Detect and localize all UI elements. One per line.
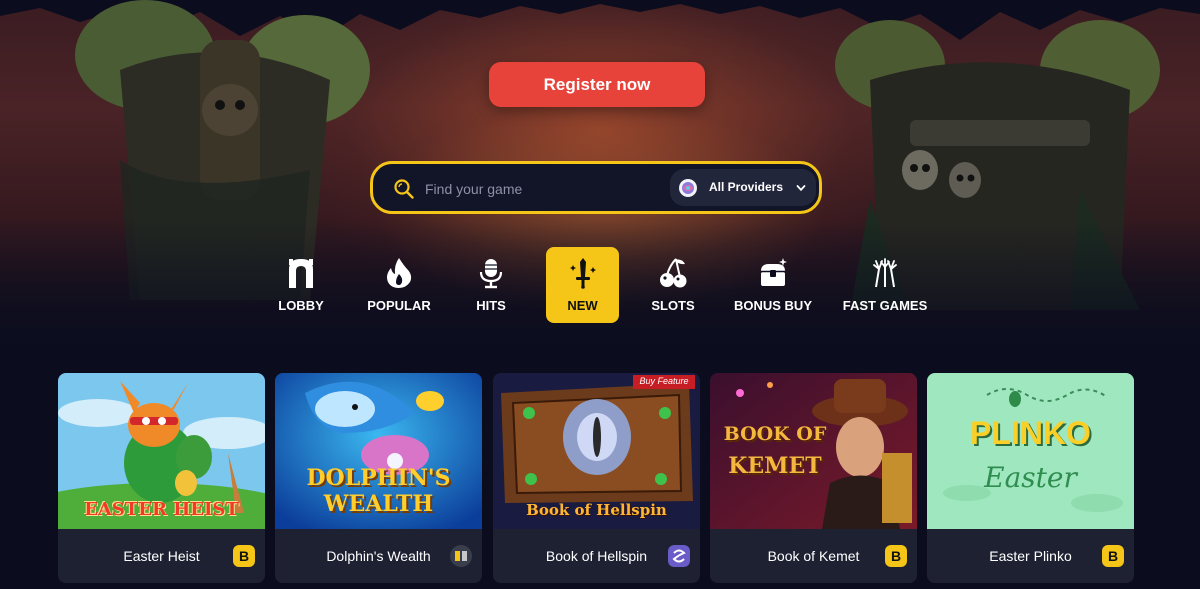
cherries-icon bbox=[660, 258, 687, 288]
game-thumbnail-title-line1: DOLPHIN'S bbox=[306, 465, 451, 491]
game-thumbnail-title-line1: BOOK OF bbox=[723, 423, 827, 445]
game-thumbnail-title-line2: KEMET bbox=[728, 453, 822, 479]
game-card-footer: Book of Hellspin bbox=[493, 529, 700, 583]
bgaming-b-icon: B bbox=[233, 545, 255, 567]
game-thumbnail bbox=[710, 373, 917, 529]
search-input[interactable] bbox=[423, 174, 657, 204]
treasure-chest-icon bbox=[761, 258, 787, 286]
game-thumbnail-title-line1: PLINKO bbox=[970, 415, 1091, 451]
category-bonus-buy[interactable]: BONUS BUY bbox=[730, 247, 816, 323]
spinomenal-icon bbox=[668, 545, 690, 567]
bgaming-b-icon: B bbox=[885, 545, 907, 567]
category-label: NEW bbox=[567, 298, 598, 313]
category-label: BONUS BUY bbox=[733, 298, 812, 313]
search-icon bbox=[394, 179, 414, 199]
category-new[interactable]: NEW bbox=[546, 247, 619, 323]
game-card-footer: Dolphin's Wealth bbox=[275, 529, 482, 583]
game-thumbnail-title: EASTER HEIST bbox=[84, 499, 239, 520]
category-label: LOBBY bbox=[278, 298, 324, 313]
sword-icon bbox=[569, 258, 596, 289]
provider-logo-icon bbox=[450, 545, 472, 567]
game-card-footer: Easter Plinko B bbox=[927, 529, 1134, 583]
game-thumbnail-title: Book of Hellspin bbox=[526, 501, 667, 519]
register-button[interactable]: Register now bbox=[489, 62, 705, 107]
providers-dropdown[interactable]: All Providers bbox=[670, 169, 816, 206]
game-thumbnail-title-line2: WEALTH bbox=[323, 491, 434, 517]
microphone-icon bbox=[479, 259, 503, 289]
game-card-book-of-kemet[interactable]: BOOK OF KEMET Book of Kemet B bbox=[710, 373, 917, 583]
game-card-easter-plinko[interactable]: PLINKO Easter Easter Plinko B bbox=[927, 373, 1134, 583]
arch-icon bbox=[289, 259, 313, 288]
game-card-easter-heist[interactable]: EASTER HEIST Easter Heist B bbox=[58, 373, 265, 583]
game-card-book-of-hellspin[interactable]: Buy Feature Book of Hellspin Book of Hel… bbox=[493, 373, 700, 583]
providers-globe-icon bbox=[679, 179, 697, 197]
search-bar: All Providers bbox=[370, 161, 822, 214]
chevron-down-icon bbox=[796, 185, 806, 192]
game-thumbnail-title-line2: Easter bbox=[984, 461, 1077, 494]
game-card-footer: Book of Kemet B bbox=[710, 529, 917, 583]
bgaming-b-icon: B bbox=[1102, 545, 1124, 567]
providers-label: All Providers bbox=[709, 180, 784, 194]
category-popular[interactable]: POPULAR bbox=[360, 247, 438, 323]
category-label: FAST GAMES bbox=[842, 298, 928, 313]
category-fast-games[interactable]: FAST GAMES bbox=[840, 247, 930, 323]
category-label: POPULAR bbox=[367, 298, 431, 313]
game-card-footer: Easter Heist B bbox=[58, 529, 265, 583]
category-hits[interactable]: HITS bbox=[458, 247, 524, 323]
game-card-dolphins-wealth[interactable]: DOLPHIN'S WEALTH Dolphin's Wealth bbox=[275, 373, 482, 583]
category-label: HITS bbox=[476, 298, 506, 313]
buy-feature-tag: Buy Feature bbox=[639, 376, 689, 386]
fireworks-icon bbox=[873, 258, 897, 288]
category-slots[interactable]: SLOTS bbox=[640, 247, 706, 323]
category-lobby[interactable]: LOBBY bbox=[265, 247, 337, 323]
flame-icon bbox=[387, 258, 412, 288]
category-label: SLOTS bbox=[651, 298, 695, 313]
